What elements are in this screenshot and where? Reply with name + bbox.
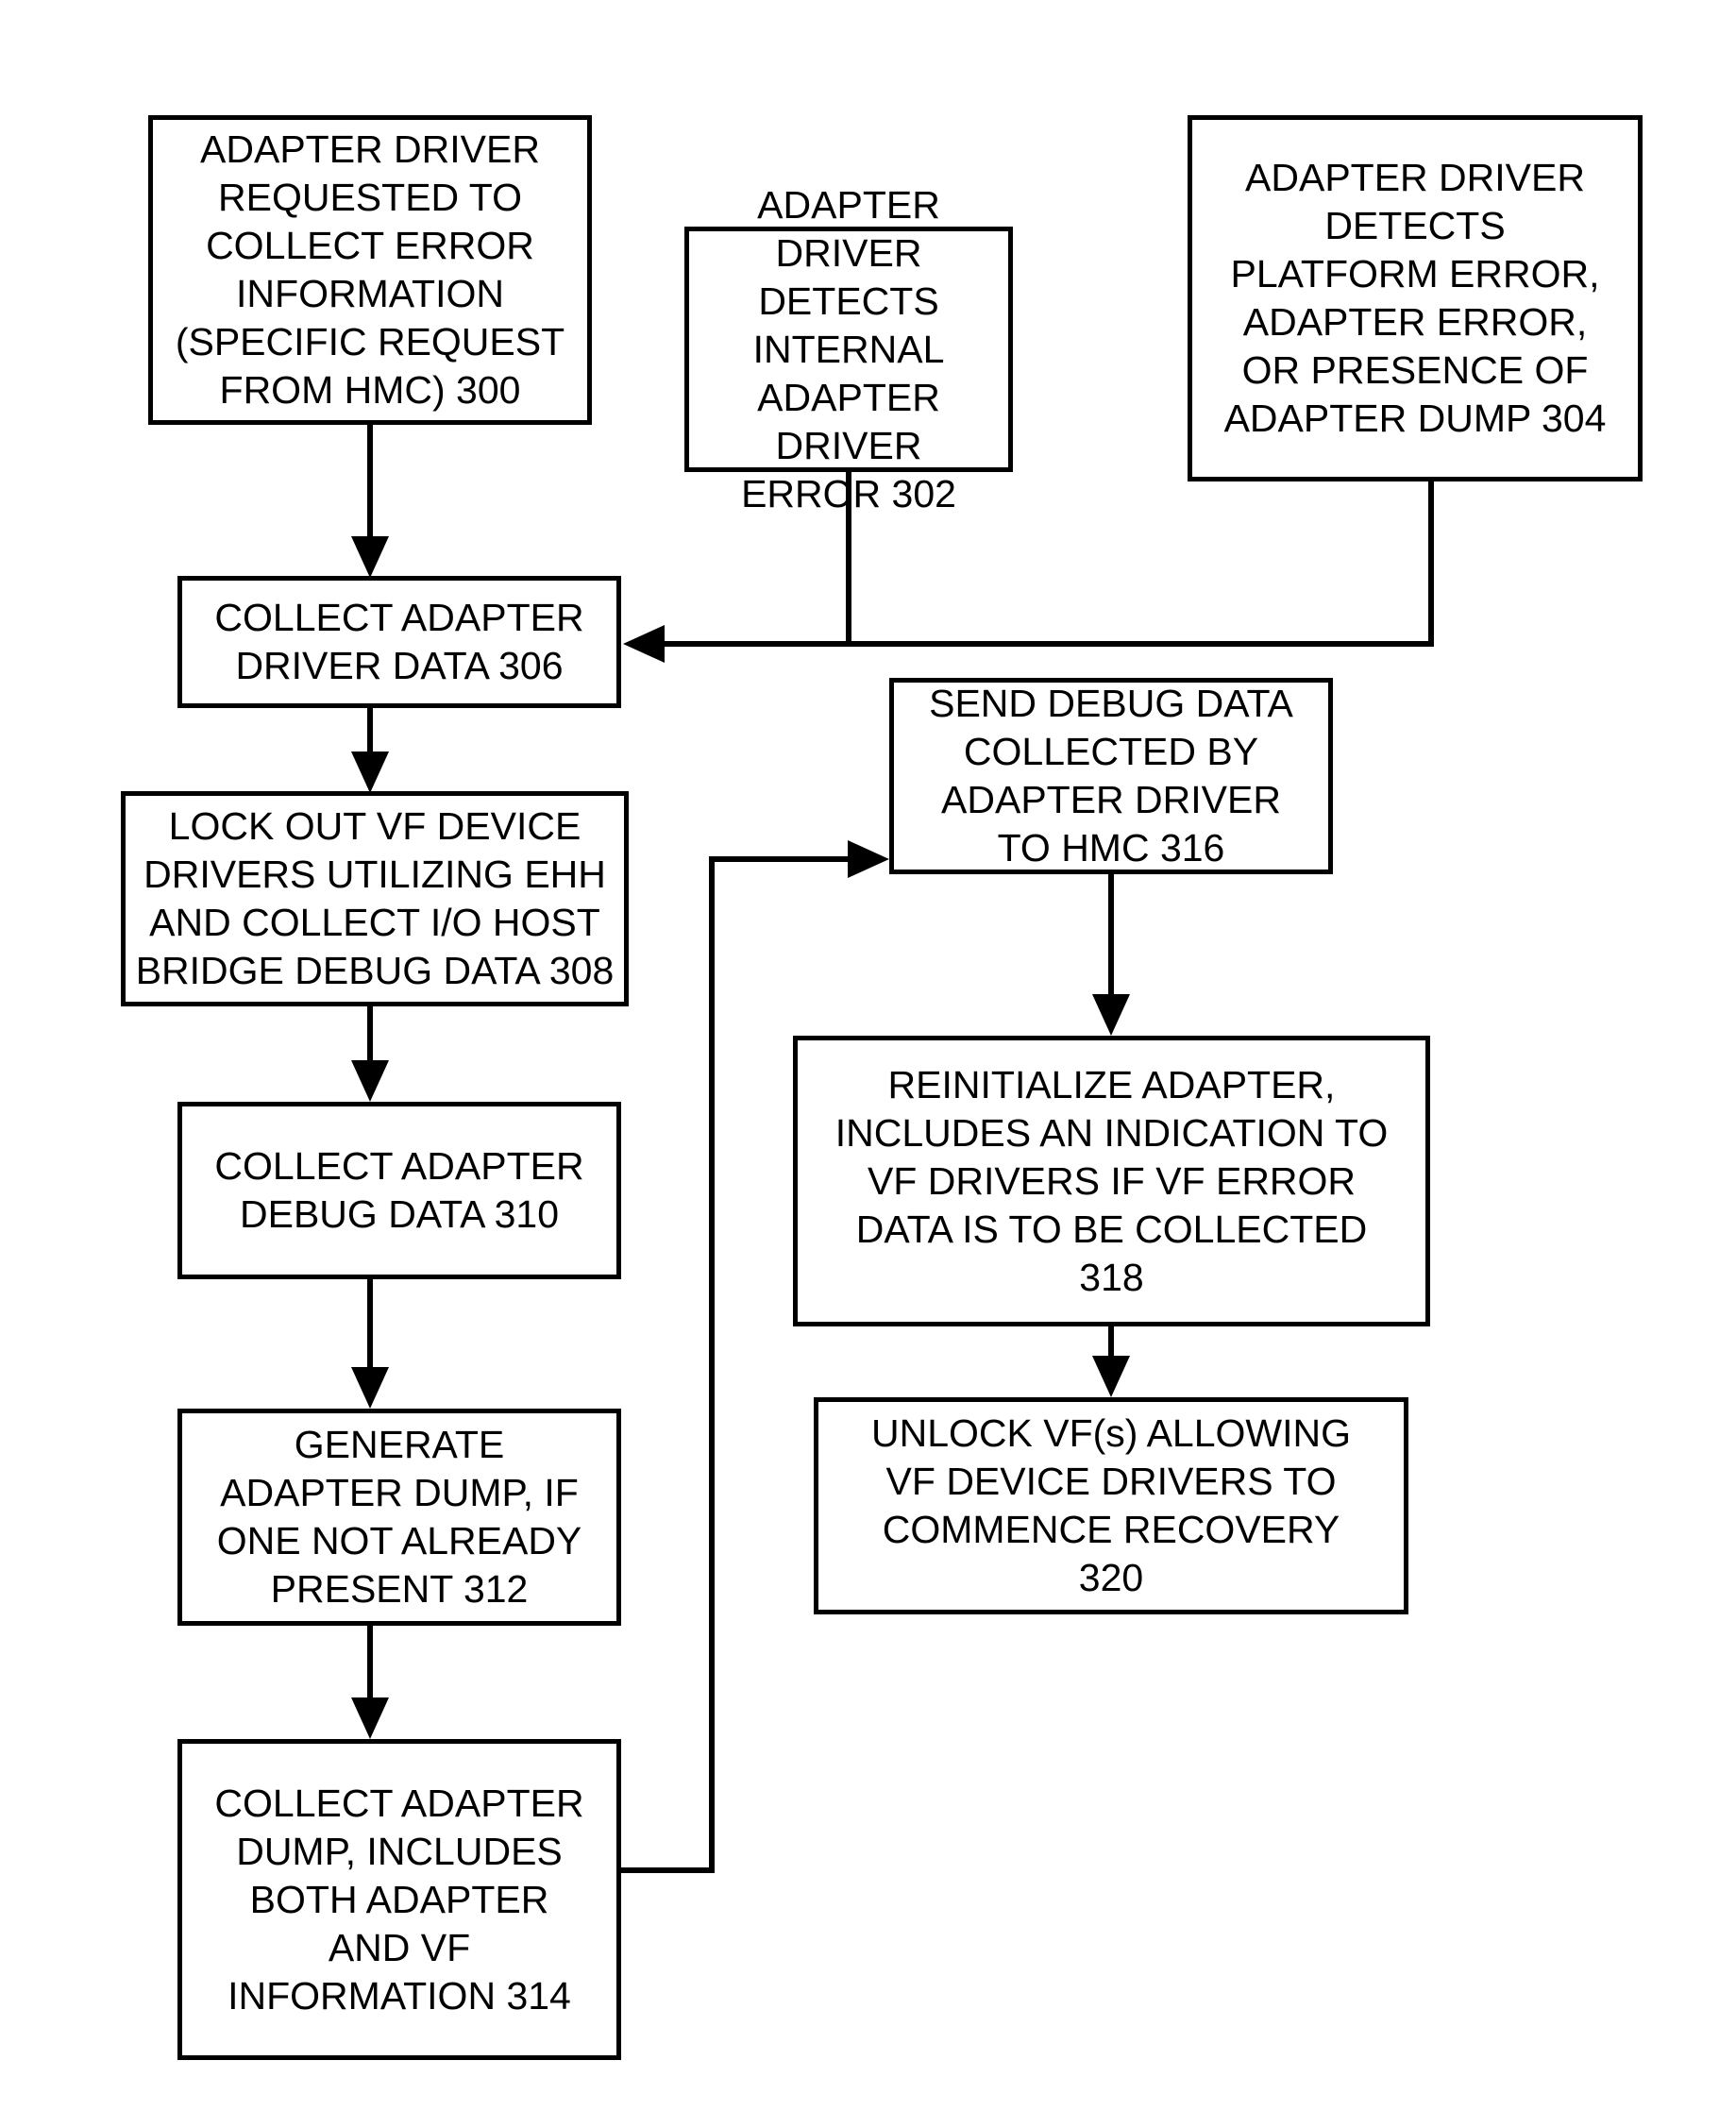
flowchart-canvas: ADAPTER DRIVER REQUESTED TO COLLECT ERRO… xyxy=(0,0,1736,2128)
process-box-318: REINITIALIZE ADAPTER, INCLUDES AN INDICA… xyxy=(793,1036,1430,1326)
process-box-310-label: COLLECT ADAPTER DEBUG DATA 310 xyxy=(214,1144,584,1236)
edge-314-to-316 xyxy=(621,840,889,1873)
edge-310-to-312 xyxy=(351,1279,389,1409)
process-box-306-label: COLLECT ADAPTER DRIVER DATA 306 xyxy=(214,596,584,687)
process-box-312-label: GENERATE ADAPTER DUMP, IF ONE NOT ALREAD… xyxy=(216,1423,582,1611)
process-box-306: COLLECT ADAPTER DRIVER DATA 306 xyxy=(177,576,621,708)
process-box-300: ADAPTER DRIVER REQUESTED TO COLLECT ERRO… xyxy=(148,115,592,425)
edge-316-to-318 xyxy=(1092,874,1130,1036)
process-box-316-label: SEND DEBUG DATA COLLECTED BY ADAPTER DRI… xyxy=(929,682,1293,870)
process-box-316: SEND DEBUG DATA COLLECTED BY ADAPTER DRI… xyxy=(889,678,1333,874)
process-box-314: COLLECT ADAPTER DUMP, INCLUDES BOTH ADAP… xyxy=(177,1739,621,2060)
process-box-302-label: ADAPTER DRIVER DETECTS INTERNAL ADAPTER … xyxy=(741,182,956,515)
process-box-304: ADAPTER DRIVER DETECTS PLATFORM ERROR, A… xyxy=(1188,115,1643,481)
process-box-320: UNLOCK VF(s) ALLOWING VF DEVICE DRIVERS … xyxy=(814,1397,1408,1614)
process-box-320-label: UNLOCK VF(s) ALLOWING VF DEVICE DRIVERS … xyxy=(870,1411,1351,1599)
edge-308-to-310 xyxy=(351,1006,389,1102)
process-box-300-label: ADAPTER DRIVER REQUESTED TO COLLECT ERRO… xyxy=(175,127,565,412)
process-box-318-label: REINITIALIZE ADAPTER, INCLUDES AN INDICA… xyxy=(834,1062,1389,1299)
process-box-302: ADAPTER DRIVER DETECTS INTERNAL ADAPTER … xyxy=(684,183,1013,515)
process-box-308-label: LOCK OUT VF DEVICE DRIVERS UTILIZING EHH… xyxy=(135,804,615,992)
process-box-312: GENERATE ADAPTER DUMP, IF ONE NOT ALREAD… xyxy=(177,1409,621,1626)
process-box-308: LOCK OUT VF DEVICE DRIVERS UTILIZING EHH… xyxy=(121,791,629,1006)
process-box-310: COLLECT ADAPTER DEBUG DATA 310 xyxy=(177,1102,621,1279)
process-box-314-label: COLLECT ADAPTER DUMP, INCLUDES BOTH ADAP… xyxy=(214,1781,584,2018)
edge-306-to-308 xyxy=(351,708,389,793)
edge-312-to-314 xyxy=(351,1626,389,1739)
edge-300-to-306 xyxy=(351,425,389,578)
edge-318-to-320 xyxy=(1092,1326,1130,1397)
process-box-304-label: ADAPTER DRIVER DETECTS PLATFORM ERROR, A… xyxy=(1223,156,1607,440)
